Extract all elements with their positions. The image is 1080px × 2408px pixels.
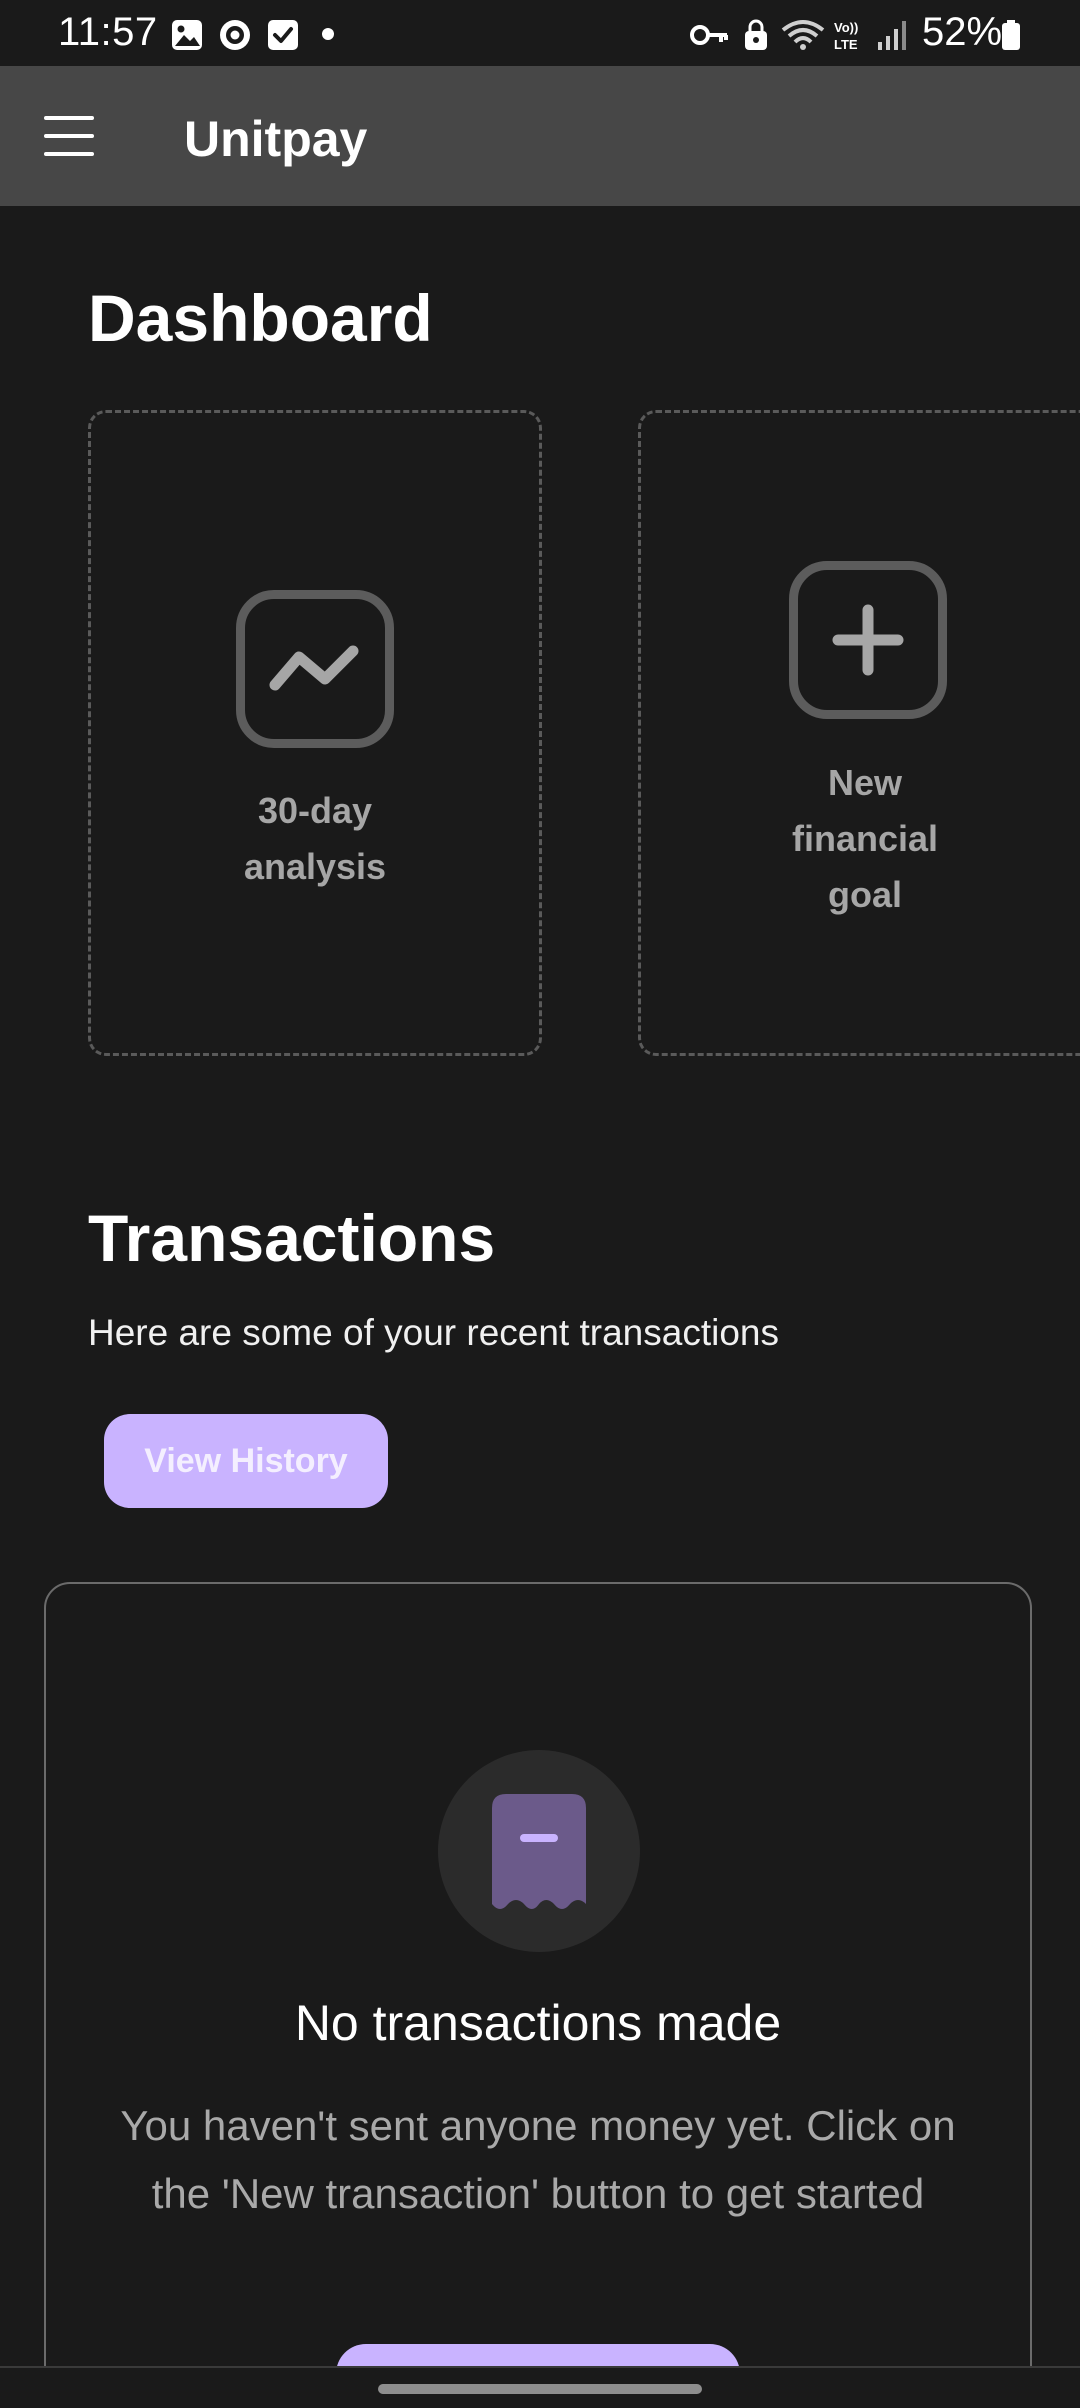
menu-icon-line	[44, 152, 94, 156]
svg-text:Vo)): Vo))	[834, 20, 858, 35]
key-icon	[690, 25, 728, 45]
status-time: 11:57	[58, 10, 158, 54]
view-history-button[interactable]: View History	[104, 1414, 388, 1508]
card-label-line: New	[827, 762, 903, 803]
app-screen: 11:57 Vo)) LTE 52% Unitpay Dashboard 30-…	[0, 0, 1080, 2408]
battery-icon	[1002, 20, 1020, 50]
battery-percentage: 52%	[922, 10, 1003, 54]
menu-icon-line	[44, 134, 94, 138]
wifi-icon	[781, 20, 825, 50]
card-label-line: goal	[827, 874, 902, 915]
empty-icon-circle	[438, 1750, 640, 1952]
checkbox-icon	[268, 20, 298, 50]
receipt-icon	[492, 1794, 586, 1909]
card-new-financial-goal[interactable]: New financial goal	[638, 410, 1080, 1056]
volte-icon: Vo)) LTE	[834, 20, 858, 52]
card-label-line: financial	[791, 818, 939, 859]
card-label-line: 30-day	[257, 790, 373, 831]
plus-icon	[789, 561, 947, 719]
empty-state-title: No transactions made	[294, 1995, 782, 2051]
home-indicator[interactable]	[378, 2384, 702, 2394]
lock-icon	[745, 19, 767, 50]
card-30-day-analysis[interactable]: 30-day analysis	[88, 410, 542, 1056]
empty-state-description: You haven't sent anyone money yet. Click…	[120, 2102, 956, 2217]
vpn-badge-icon	[220, 20, 250, 50]
app-title: Unitpay	[184, 111, 368, 167]
card-label-line: analysis	[243, 846, 387, 887]
trend-icon	[236, 590, 394, 748]
menu-icon-line	[44, 116, 94, 120]
menu-icon[interactable]	[34, 102, 106, 170]
dashboard-title: Dashboard	[88, 281, 433, 355]
notification-dot	[322, 28, 334, 40]
app-bar: Unitpay	[0, 66, 1080, 206]
svg-text:LTE: LTE	[834, 37, 858, 52]
transactions-subtitle: Here are some of your recent transaction…	[88, 1312, 779, 1353]
system-navigation-bar	[0, 2366, 1080, 2408]
empty-transactions-panel: No transactions made You haven't sent an…	[44, 1582, 1032, 2408]
transactions-title: Transactions	[88, 1201, 496, 1275]
signal-icon	[878, 21, 906, 50]
status-bar: 11:57 Vo)) LTE 52%	[0, 0, 1080, 66]
gallery-icon	[172, 20, 202, 50]
